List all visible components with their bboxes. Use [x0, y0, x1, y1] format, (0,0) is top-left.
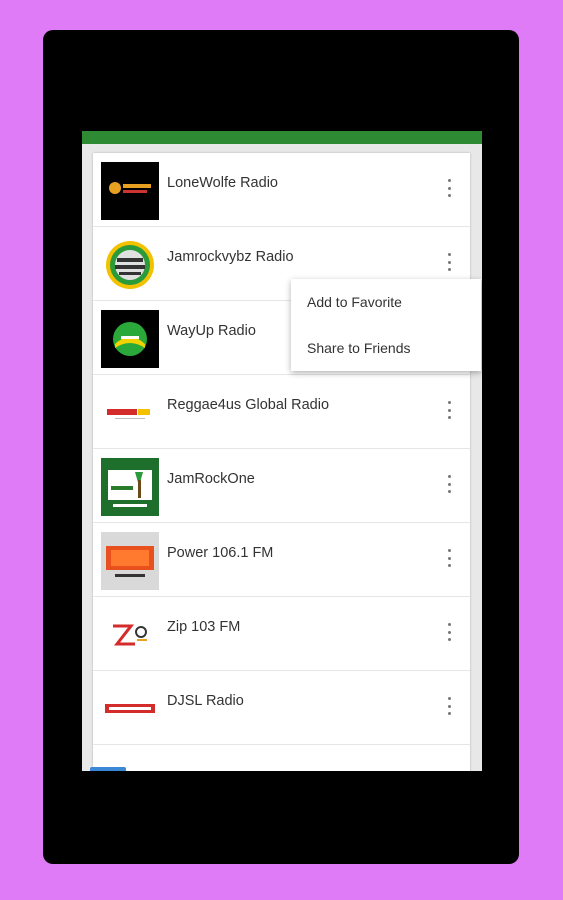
station-list: LoneWolfe Radio Jamrockvybz Radio WayUp … [93, 153, 470, 771]
station-logo [101, 236, 159, 294]
station-logo [101, 458, 159, 516]
station-logo [101, 606, 159, 664]
station-name: JamRockOne [167, 471, 255, 487]
list-item[interactable]: DJSL Radio [93, 671, 470, 745]
more-vert-icon[interactable] [446, 179, 452, 197]
more-vert-icon[interactable] [446, 253, 452, 271]
station-name: Jamrockvybz Radio [167, 249, 294, 265]
station-name: Power 106.1 FM [167, 545, 274, 561]
list-item[interactable]: Reggae4us Global Radio [93, 375, 470, 449]
more-vert-icon[interactable] [446, 697, 452, 715]
station-logo [101, 162, 159, 220]
station-logo [101, 310, 159, 368]
list-item[interactable]: JamRockOne [93, 449, 470, 523]
station-name: LoneWolfe Radio [167, 175, 278, 191]
share-to-friends-menu-item[interactable]: Share to Friends [291, 325, 481, 371]
app-toolbar [82, 131, 482, 144]
more-vert-icon[interactable] [446, 401, 452, 419]
list-item[interactable]: Power 106.1 FM [93, 523, 470, 597]
add-to-favorite-menu-item[interactable]: Add to Favorite [291, 279, 481, 325]
list-item[interactable]: Zip 103 FM [93, 597, 470, 671]
station-name: DJSL Radio [167, 693, 244, 709]
more-vert-icon[interactable] [446, 623, 452, 641]
context-menu: Add to Favorite Share to Friends [291, 279, 481, 371]
station-logo [101, 680, 159, 738]
station-logo [101, 532, 159, 590]
list-item[interactable]: LoneWolfe Radio [93, 153, 470, 227]
bottom-tab-indicator [90, 767, 126, 771]
more-vert-icon[interactable] [446, 475, 452, 493]
more-vert-icon[interactable] [446, 549, 452, 567]
station-name: Reggae4us Global Radio [167, 397, 330, 413]
station-name: WayUp Radio [167, 323, 256, 339]
station-name: Zip 103 FM [167, 619, 241, 635]
station-logo [101, 384, 159, 442]
app-screen: LoneWolfe Radio Jamrockvybz Radio WayUp … [82, 131, 482, 771]
